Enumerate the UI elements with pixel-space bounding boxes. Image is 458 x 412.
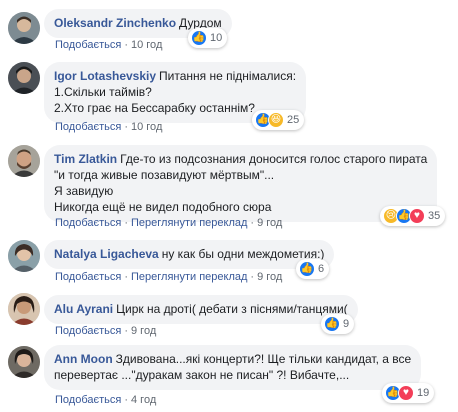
- comment-text: Здивована...які концерти?! Ще тільки кан…: [115, 352, 412, 366]
- comment-text: Где-то из подсознания доносится голос ст…: [120, 152, 428, 166]
- comment-author[interactable]: Oleksandr Zinchenko: [54, 16, 176, 30]
- comment-bubble: Ann Moon Здивована...які концерти?! Ще ті…: [44, 345, 422, 390]
- timestamp[interactable]: 9 год: [257, 271, 282, 283]
- haha-icon: 😆: [268, 112, 284, 128]
- comment-text: перевертає ..."дуракам закон не писан" ?…: [54, 368, 350, 382]
- separator: ·: [250, 217, 255, 229]
- reactions-summary[interactable]: 👍 10: [188, 28, 228, 48]
- comment-author[interactable]: Igor Lotashevskiy: [54, 69, 156, 83]
- separator: ·: [124, 217, 128, 229]
- like-icon: 👍: [324, 316, 340, 332]
- like-link[interactable]: Подобається: [55, 217, 121, 229]
- reaction-count: 25: [287, 114, 300, 126]
- comment-meta: Подобається · Переглянути переклад · 9 год: [55, 270, 282, 284]
- like-link[interactable]: Подобається: [55, 394, 121, 406]
- comment-author[interactable]: Tim Zlatkin: [54, 152, 117, 166]
- like-icon: 👍: [299, 261, 315, 277]
- love-icon: ♥: [398, 385, 414, 401]
- like-link[interactable]: Подобається: [55, 39, 121, 51]
- like-link[interactable]: Подобається: [55, 271, 121, 283]
- timestamp[interactable]: 4 год: [131, 394, 156, 406]
- like-icon: 👍: [191, 30, 207, 46]
- comment-text: Я завидую: [54, 184, 114, 198]
- reactions-summary[interactable]: 👍 6: [296, 259, 330, 279]
- separator: ·: [124, 394, 128, 406]
- comment-text: Питання не піднімалися:: [159, 69, 297, 83]
- comment-meta: Подобається · 10 год: [55, 120, 162, 134]
- comment-meta: Подобається · 4 год: [55, 393, 156, 407]
- timestamp[interactable]: 10 год: [131, 121, 162, 133]
- comment-bubble: Natalya Ligacheva ну как бы одни междомет…: [44, 240, 335, 269]
- reaction-count: 19: [417, 387, 430, 399]
- reactions-summary[interactable]: 👍 ♥ 19: [382, 383, 435, 403]
- comment-first-line: Tim Zlatkin Где-то из подсознания доносит…: [54, 152, 427, 166]
- timestamp[interactable]: 9 год: [257, 217, 282, 229]
- avatar[interactable]: [8, 346, 40, 378]
- avatar[interactable]: [8, 293, 40, 325]
- reactions-summary[interactable]: 👍 9: [321, 314, 355, 334]
- avatar[interactable]: [8, 145, 40, 177]
- comment-text: "и тогда живые позавидуют мёртвым"...: [54, 168, 275, 182]
- separator: ·: [250, 271, 255, 283]
- comment-meta: Подобається · 9 год: [55, 324, 156, 338]
- comments-feed: Oleksandr Zinchenko Дурдом 👍 10 Подобаєть…: [0, 0, 458, 412]
- comment-meta: Подобається · 10 год: [55, 38, 162, 52]
- comment-author[interactable]: Ann Moon: [54, 352, 113, 366]
- separator: ·: [124, 121, 128, 133]
- see-translation-link[interactable]: Переглянути переклад: [131, 271, 247, 283]
- comment-bubble: Alu Ayrani Цирк на дроті( дебати з пісням…: [44, 295, 358, 324]
- see-translation-link[interactable]: Переглянути переклад: [131, 217, 247, 229]
- like-link[interactable]: Подобається: [55, 121, 121, 133]
- comment-first-line: Igor Lotashevskiy Питання не піднімалися:: [54, 69, 296, 83]
- reactions-summary[interactable]: 👍 😆 25: [252, 110, 305, 130]
- comment-text: Цирк на дроті( дебати з піснями/танцями(: [116, 302, 348, 316]
- separator: ·: [124, 39, 128, 51]
- comment-meta: Подобається · Переглянути переклад · 9 год: [55, 216, 282, 230]
- love-icon: ♥: [409, 208, 425, 224]
- separator: ·: [124, 271, 128, 283]
- timestamp[interactable]: 9 год: [131, 325, 156, 337]
- avatar[interactable]: [8, 62, 40, 94]
- like-link[interactable]: Подобається: [55, 325, 121, 337]
- comment-text: Никогда ещё не видел подобного сюра: [54, 200, 272, 214]
- comment-author[interactable]: Natalya Ligacheva: [54, 247, 159, 261]
- reaction-count: 35: [428, 210, 441, 222]
- reaction-count: 6: [318, 263, 325, 275]
- timestamp[interactable]: 10 год: [131, 39, 162, 51]
- avatar[interactable]: [8, 240, 40, 272]
- separator: ·: [124, 325, 128, 337]
- reaction-count: 9: [343, 318, 350, 330]
- comment-text: 1.Скільки таймів?: [54, 85, 152, 99]
- avatar[interactable]: [8, 12, 40, 44]
- reactions-summary[interactable]: 😢 👍 ♥ 35: [380, 206, 446, 226]
- comment-bubble: Tim Zlatkin Где-то из подсознания доносит…: [44, 145, 438, 222]
- comment-first-line: Ann Moon Здивована...які концерти?! Ще ті…: [54, 352, 411, 366]
- comment-text: ну как бы одни междометия:): [161, 247, 325, 261]
- comment-author[interactable]: Alu Ayrani: [54, 302, 113, 316]
- reaction-count: 10: [210, 32, 223, 44]
